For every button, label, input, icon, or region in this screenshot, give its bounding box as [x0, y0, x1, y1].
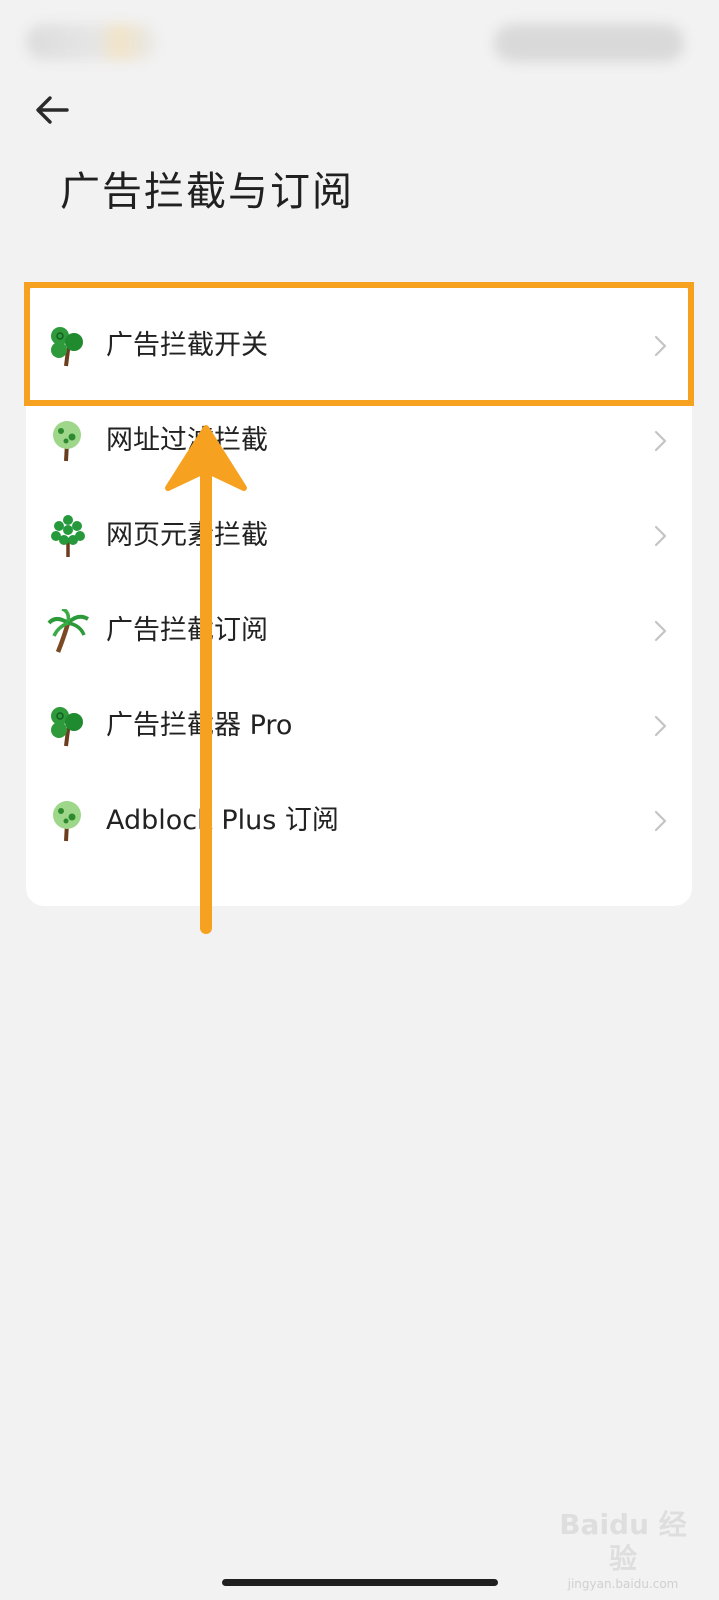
- arrow-left-icon: [36, 96, 69, 124]
- list-item-label: 广告拦截订阅: [106, 615, 268, 646]
- back-button[interactable]: [30, 88, 74, 132]
- chevron-right-icon: [654, 810, 667, 832]
- page-title: 广告拦截与订阅: [60, 169, 354, 215]
- tree-icon: [51, 327, 83, 367]
- chevron-right-icon: [654, 525, 667, 547]
- list-item-label: 广告拦截开关: [106, 330, 268, 361]
- list-item-element-block[interactable]: 网页元素拦截: [26, 488, 692, 584]
- list-item-label: 广告拦截器 Pro: [106, 710, 293, 741]
- tree-icon: [51, 515, 85, 557]
- watermark-brand: Baidu 经验: [559, 1508, 687, 1575]
- list-item-label: Adblock Plus 订阅: [106, 805, 339, 836]
- list-item-url-filter[interactable]: 网址过滤拦截: [26, 393, 692, 489]
- list-item-adblocker-pro[interactable]: 广告拦截器 Pro: [26, 678, 692, 774]
- list-item-adblock-subscription[interactable]: 广告拦截订阅: [26, 583, 692, 679]
- home-indicator[interactable]: [222, 1579, 498, 1586]
- status-bar-left-blurred: [26, 24, 156, 60]
- chevron-right-icon: [654, 715, 667, 737]
- palm-tree-icon: [47, 609, 90, 653]
- chevron-right-icon: [654, 430, 667, 452]
- tree-icon: [53, 421, 81, 462]
- chevron-right-icon: [654, 335, 667, 357]
- list-item-label: 网址过滤拦截: [106, 425, 268, 456]
- watermark: Baidu 经验 jingyan.baidu.com: [548, 1508, 698, 1591]
- list-item-label: 网页元素拦截: [106, 520, 268, 551]
- list-item-adblock-switch[interactable]: 广告拦截开关: [26, 298, 692, 394]
- tree-icon: [51, 707, 83, 747]
- list-item-adblock-plus-subscription[interactable]: Adblock Plus 订阅: [26, 773, 692, 869]
- watermark-url: jingyan.baidu.com: [567, 1577, 679, 1591]
- tree-icon: [53, 801, 81, 842]
- chevron-right-icon: [654, 620, 667, 642]
- settings-list: 广告拦截开关 网址过滤拦截 网页元素拦截 广告拦截订阅 广告拦截器 Pro Ad…: [26, 284, 692, 906]
- status-bar-right-blurred: [494, 24, 684, 62]
